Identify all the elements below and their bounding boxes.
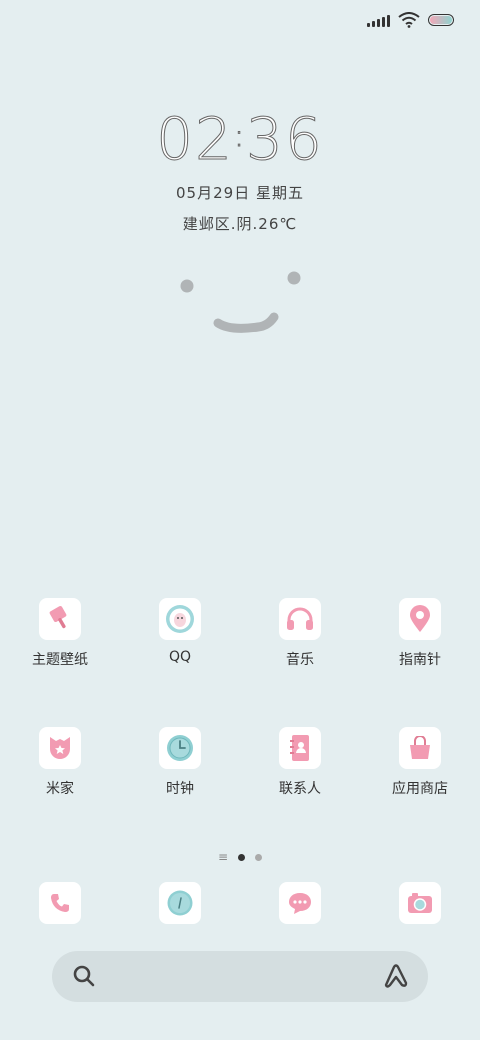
clock-time: 02:36 bbox=[156, 105, 324, 174]
dock-phone[interactable] bbox=[0, 882, 120, 924]
status-bar bbox=[367, 8, 454, 32]
wifi-icon bbox=[398, 12, 420, 28]
app-label: 联系人 bbox=[279, 781, 321, 797]
assistant-icon[interactable] bbox=[382, 963, 410, 989]
headphones-icon bbox=[287, 607, 313, 630]
app-tile[interactable] bbox=[279, 598, 321, 640]
app-music[interactable]: 音乐 bbox=[240, 598, 360, 669]
menu-lines-icon[interactable]: ≡ bbox=[218, 850, 228, 864]
location-pin-icon bbox=[410, 605, 430, 632]
page-indicator[interactable]: ≡ bbox=[0, 850, 480, 864]
app-compass[interactable]: 指南针 bbox=[360, 598, 480, 669]
app-label: 音乐 bbox=[286, 652, 314, 668]
app-label: 应用商店 bbox=[392, 781, 448, 797]
dock-browser[interactable] bbox=[120, 882, 240, 924]
mijia-shield-icon bbox=[50, 737, 70, 759]
app-tile[interactable] bbox=[39, 727, 81, 769]
app-tile[interactable] bbox=[159, 598, 201, 640]
app-tile[interactable] bbox=[399, 727, 441, 769]
clock-date: 05月29日 星期五 bbox=[176, 184, 304, 202]
app-tile[interactable] bbox=[399, 598, 441, 640]
app-contacts[interactable]: 联系人 bbox=[240, 727, 360, 798]
page-dot-active[interactable] bbox=[238, 853, 246, 861]
app-row-2: 米家 时钟 联系人 应用商店 bbox=[0, 727, 480, 798]
app-clock[interactable]: 时钟 bbox=[120, 727, 240, 798]
camera-icon bbox=[408, 893, 432, 913]
app-mijia[interactable]: 米家 bbox=[0, 727, 120, 798]
paintbrush-icon bbox=[49, 606, 67, 629]
contacts-book-icon bbox=[290, 735, 309, 761]
signal-icon bbox=[367, 13, 390, 27]
smiley-face-decoration bbox=[180, 271, 301, 333]
dock bbox=[0, 882, 480, 924]
compass-browser-icon bbox=[167, 890, 193, 916]
app-tile[interactable] bbox=[39, 598, 81, 640]
app-tile[interactable] bbox=[279, 727, 321, 769]
app-tile[interactable] bbox=[159, 882, 201, 924]
qq-penguin-icon bbox=[166, 605, 194, 633]
app-label: 指南针 bbox=[399, 652, 441, 668]
message-bubble-icon bbox=[289, 893, 311, 914]
search-bar[interactable] bbox=[52, 951, 428, 1002]
dock-camera[interactable] bbox=[360, 882, 480, 924]
app-tile[interactable] bbox=[399, 882, 441, 924]
app-tile[interactable] bbox=[279, 882, 321, 924]
app-app-store[interactable]: 应用商店 bbox=[360, 727, 480, 798]
phone-icon bbox=[51, 894, 69, 912]
page-dot[interactable] bbox=[255, 853, 263, 861]
app-theme-wallpaper[interactable]: 主题壁纸 bbox=[0, 598, 120, 669]
dock-messages[interactable] bbox=[240, 882, 360, 924]
app-row-1: 主题壁纸 QQ 音乐 指南针 bbox=[0, 598, 480, 669]
app-qq[interactable]: QQ bbox=[120, 598, 240, 669]
shopping-bag-icon bbox=[410, 736, 430, 759]
weather-text: 建邺区.阴.26℃ bbox=[182, 215, 298, 233]
clock-widget[interactable]: 02:36 05月29日 星期五 建邺区.阴.26℃ bbox=[0, 104, 480, 234]
app-tile[interactable] bbox=[39, 882, 81, 924]
app-label: QQ bbox=[168, 649, 192, 665]
clock-icon bbox=[167, 735, 193, 761]
app-label: 米家 bbox=[46, 781, 74, 797]
battery-icon bbox=[428, 14, 454, 26]
app-label: 时钟 bbox=[166, 781, 194, 797]
app-label: 主题壁纸 bbox=[32, 652, 88, 668]
app-tile[interactable] bbox=[159, 727, 201, 769]
search-icon[interactable] bbox=[72, 964, 96, 988]
